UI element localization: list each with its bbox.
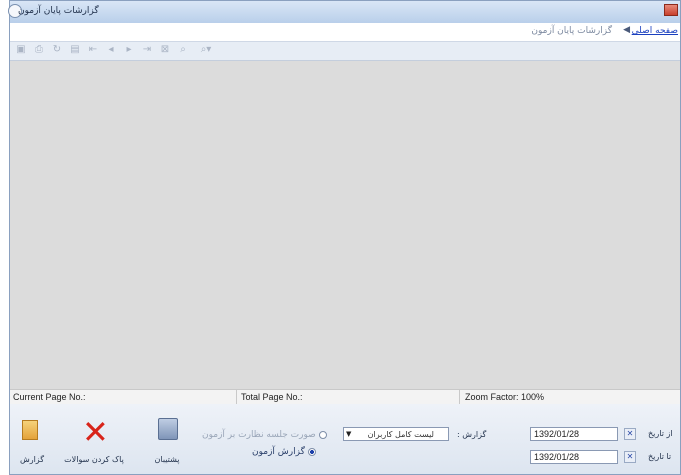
clear-from-date-icon[interactable]: ✕ — [624, 428, 636, 440]
breadcrumb-arrow-icon: ◀ — [623, 25, 630, 35]
zoom-icon[interactable]: ⌕▾ — [196, 45, 216, 55]
chevron-down-icon: ▼ — [346, 430, 352, 438]
status-divider — [236, 390, 237, 404]
report-icon — [22, 420, 38, 440]
radio-exam-report[interactable]: گزارش آزمون — [252, 447, 316, 457]
report-button[interactable]: گزارش — [14, 416, 50, 468]
to-date-label: تا تاریخ — [648, 452, 672, 461]
total-page-status: Total Page No.: — [241, 392, 303, 402]
backup-button[interactable]: پشتیبان — [144, 416, 190, 468]
first-icon[interactable]: ⇤ — [88, 45, 98, 55]
report-window: گزارشات پایان آزمون صفحه اصلی ◀ گزارشات … — [8, 0, 681, 475]
status-bar: Current Page No.: Total Page No.: Zoom F… — [10, 389, 680, 405]
refresh-icon[interactable]: ↻ — [52, 45, 62, 55]
window-title: گزارشات پایان آزمون — [18, 6, 99, 16]
breadcrumb: صفحه اصلی ◀ گزارشات پایان آزمون — [10, 23, 680, 42]
report-viewer-area — [10, 61, 680, 389]
next-icon[interactable]: ▸ — [124, 45, 134, 55]
breadcrumb-home-link[interactable]: صفحه اصلی — [632, 26, 678, 36]
stop-icon[interactable]: ⊠ — [160, 45, 170, 55]
from-date-input[interactable]: 1392/01/28 — [530, 427, 618, 441]
report-toolbar: ▣ ⎙ ↻ ▤ ⇤ ◂ ▸ ⇥ ⊠ ⌕ ⌕▾ — [10, 42, 680, 61]
current-page-status: Current Page No.: — [13, 392, 86, 402]
zoom-status: Zoom Factor: 100% — [465, 392, 545, 402]
radio-dot-selected — [307, 447, 316, 456]
from-date-label: از تاریخ — [648, 429, 673, 438]
first-page-icon[interactable]: ▣ — [16, 45, 26, 55]
delete-icon: ✕ — [82, 413, 109, 451]
last-icon[interactable]: ⇥ — [142, 45, 152, 55]
backup-icon — [158, 418, 178, 440]
radio-dot — [318, 430, 327, 439]
to-date-input[interactable]: 1392/01/28 — [530, 450, 618, 464]
title-bar: گزارشات پایان آزمون — [8, 1, 680, 24]
clear-questions-label: پاک کردن سوالات — [64, 455, 124, 464]
close-button[interactable] — [664, 4, 678, 16]
prev-icon[interactable]: ◂ — [106, 45, 116, 55]
print-icon[interactable]: ⎙ — [34, 45, 44, 55]
status-divider — [459, 390, 460, 404]
breadcrumb-current: گزارشات پایان آزمون — [531, 26, 612, 36]
radio-exam-minutes[interactable]: صورت جلسه نظارت بر آزمون — [202, 430, 327, 440]
report-type-label: گزارش : — [457, 430, 487, 439]
backup-button-label: پشتیبان — [154, 455, 180, 464]
find-icon[interactable]: ⌕ — [178, 45, 188, 55]
report-button-label: گزارش — [19, 455, 45, 464]
report-type-select[interactable]: ▼ لیست کامل کاربران — [343, 427, 449, 441]
clear-questions-button[interactable]: ✕ پاک کردن سوالات — [56, 416, 132, 468]
page-setup-icon[interactable]: ▤ — [70, 45, 80, 55]
report-controls: گزارش ✕ پاک کردن سوالات پشتیبان صورت جلس… — [10, 404, 680, 474]
clear-to-date-icon[interactable]: ✕ — [624, 451, 636, 463]
